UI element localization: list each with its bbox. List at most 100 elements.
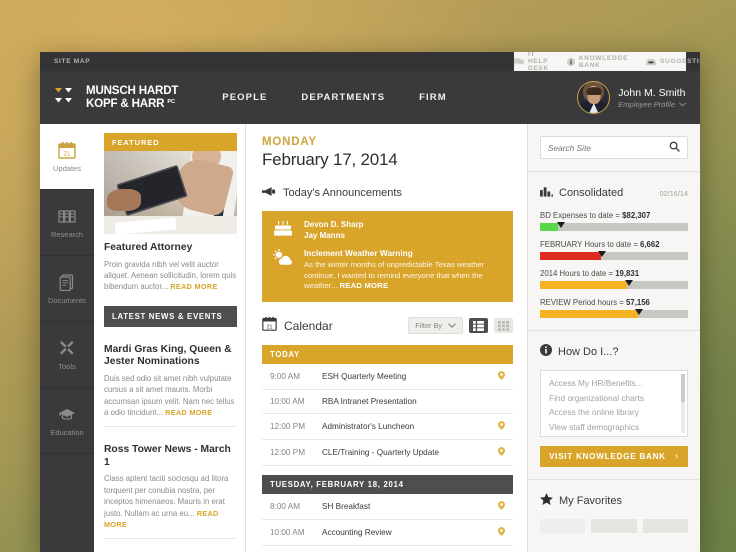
progress-track [540,222,688,231]
visit-knowledge-bank-button[interactable]: VISIT KNOWLEDGE BANK › [540,446,688,467]
utility-link-suggestions[interactable]: SUGGESTIONS [646,58,700,66]
search-icon[interactable] [669,139,680,157]
read-more-link[interactable]: READ MORE [170,282,217,291]
list-item[interactable]: Mardi Gras King, Queen & Jester Nominati… [104,327,237,428]
featured-badge: FEATURED [104,133,237,151]
calendar-icon: 21 [262,316,277,336]
utility-link-knowledge-bank[interactable]: KNOWLEDGE BANK [566,55,628,69]
progress-fill [540,252,601,260]
list-item[interactable]: View staff demographics [549,420,679,435]
list-item[interactable]: Compass Professional Health Services Rem… [104,539,237,552]
sidebar-item-documents[interactable]: Documents [40,256,94,322]
logo-text: MUNSCH HARDT KOPF & HARR PC [86,85,178,109]
progress-track [540,251,688,260]
announcements-header: Today's Announcements [262,184,513,202]
table-row[interactable]: 9:00 AM ESH Quarterly Meeting [262,364,513,390]
masthead: MUNSCH HARDT KOPF & HARR PC PEOPLE DEPAR… [40,71,700,124]
utility-link-it-help-desk[interactable]: IT HELP DESK [514,52,549,72]
books-icon [58,206,77,225]
announcement-title: Inclement Weather Warning [304,248,413,258]
birthday-name: Devon D. Sharp [304,220,364,229]
list-item[interactable]: Access the online library [549,405,679,420]
stat-label-text: BD Expenses to date = [540,211,623,220]
location-pin-icon[interactable] [498,500,505,512]
progress-track [540,309,688,318]
page-body: 21 Updates Research Documents Tools Educ… [40,124,700,552]
user-profile-link[interactable]: Employee Profile [618,100,686,109]
calendar-icon: 21 [58,140,77,159]
nav-item-departments[interactable]: DEPARTMENTS [301,92,385,103]
location-pin-icon[interactable] [498,370,505,382]
table-row[interactable]: 10:00 AM Bi-monthly Marketing Updates [262,546,513,552]
main-navigation: PEOPLE DEPARTMENTS FIRM [222,92,446,103]
location-pin-icon[interactable] [498,526,505,538]
favorite-tile[interactable] [591,519,637,533]
search-input[interactable] [548,142,669,153]
site-map-link[interactable]: SITE MAP [54,58,90,65]
day-name: MONDAY [262,136,317,148]
event-time: 12:00 PM [270,447,306,457]
nav-item-people[interactable]: PEOPLE [222,92,267,103]
tools-icon [58,338,77,357]
stat-label: BD Expenses to date = $82,307 [540,211,688,220]
announcement-body-text: As the winter months of unpredictable Te… [304,260,485,291]
svg-text:21: 21 [267,324,273,330]
event-title: ESH Quarterly Meeting [322,371,407,381]
table-row[interactable]: 8:00 AM SH Breakfast [262,494,513,520]
filter-by-dropdown[interactable]: Filter By [408,317,463,335]
sidebar-item-tools[interactable]: Tools [40,322,94,388]
stat-review-period: REVIEW Period hours = 57,156 [540,298,688,318]
logo-mark-icon [54,87,80,109]
search-box[interactable] [540,136,688,159]
filter-by-label: Filter By [415,321,442,331]
list-item[interactable]: Find organizational charts [549,391,679,406]
stat-value: 19,831 [615,269,640,278]
location-pin-icon[interactable] [498,446,505,458]
graduation-cap-icon [58,404,77,423]
location-pin-icon[interactable] [498,420,505,432]
list-view-icon[interactable] [469,318,488,334]
sidebar-item-research[interactable]: Research [40,190,94,256]
sidebar-item-label: Documents [48,296,86,305]
list-item[interactable]: Ross Tower News - March 1 Class aptent t… [104,427,237,540]
favorite-tile[interactable] [540,519,586,533]
chevron-down-icon [679,100,686,109]
sidebar-item-label: Research [50,230,84,239]
nav-item-firm[interactable]: FIRM [419,92,447,103]
table-row[interactable]: 10:00 AM Accounting Review [262,520,513,546]
news-item-body: Class aptent taciti sociosqu ad litora t… [104,473,237,530]
latest-news-header: LATEST NEWS & EVENTS [104,305,237,327]
user-menu[interactable]: John M. Smith Employee Profile [577,81,686,114]
main-content: MONDAY February 17, 2014 Today's Announc… [246,124,528,552]
site-logo[interactable]: MUNSCH HARDT KOPF & HARR PC [54,85,178,109]
how-do-i-list[interactable]: Access My HR/Benefits... Find organizati… [540,370,688,437]
documents-icon [58,272,77,291]
consolidated-title: Consolidated [559,187,624,199]
megaphone-icon [262,184,276,202]
sidebar-item-label: Education [50,428,84,437]
logo-line-2: KOPF & HARR [86,97,165,110]
grid-view-icon[interactable] [494,318,513,334]
favorites-header: My Favorites [540,492,688,510]
announcement-weather: Inclement Weather Warning As the winter … [272,248,503,292]
table-row[interactable]: 12:00 PM Administrator's Luncheon [262,414,513,440]
list-item[interactable]: View/edit documents [549,434,679,436]
utility-bar: SITE MAP IT HELP DESK KNOWLEDGE BANK SUG… [40,52,700,72]
scrollbar-thumb[interactable] [681,374,685,402]
table-row[interactable]: 12:00 PM CLE/Training - Quarterly Update [262,440,513,466]
sidebar-item-label: Tools [58,362,76,371]
read-more-link[interactable]: READ MORE [339,281,388,290]
event-title: Administrator's Luncheon [322,421,415,431]
chevron-down-icon [448,321,456,330]
read-more-link[interactable]: READ MORE [165,408,212,417]
table-row[interactable]: 10:00 AM RBA Intranet Presentation [262,390,513,414]
how-do-i-section: How Do I...? Access My HR/Benefits... Fi… [528,331,700,480]
utility-link-label: SUGGESTIONS [660,58,700,65]
favorite-tile[interactable] [642,519,688,533]
event-time: 10:00 AM [270,527,305,537]
info-icon [566,57,575,66]
sidebar-item-updates[interactable]: 21 Updates [40,124,94,190]
stat-label-text: FEBRUARY Hours to date = [540,240,641,249]
list-item[interactable]: Access My HR/Benefits... [549,376,679,391]
sidebar-item-education[interactable]: Education [40,388,94,454]
